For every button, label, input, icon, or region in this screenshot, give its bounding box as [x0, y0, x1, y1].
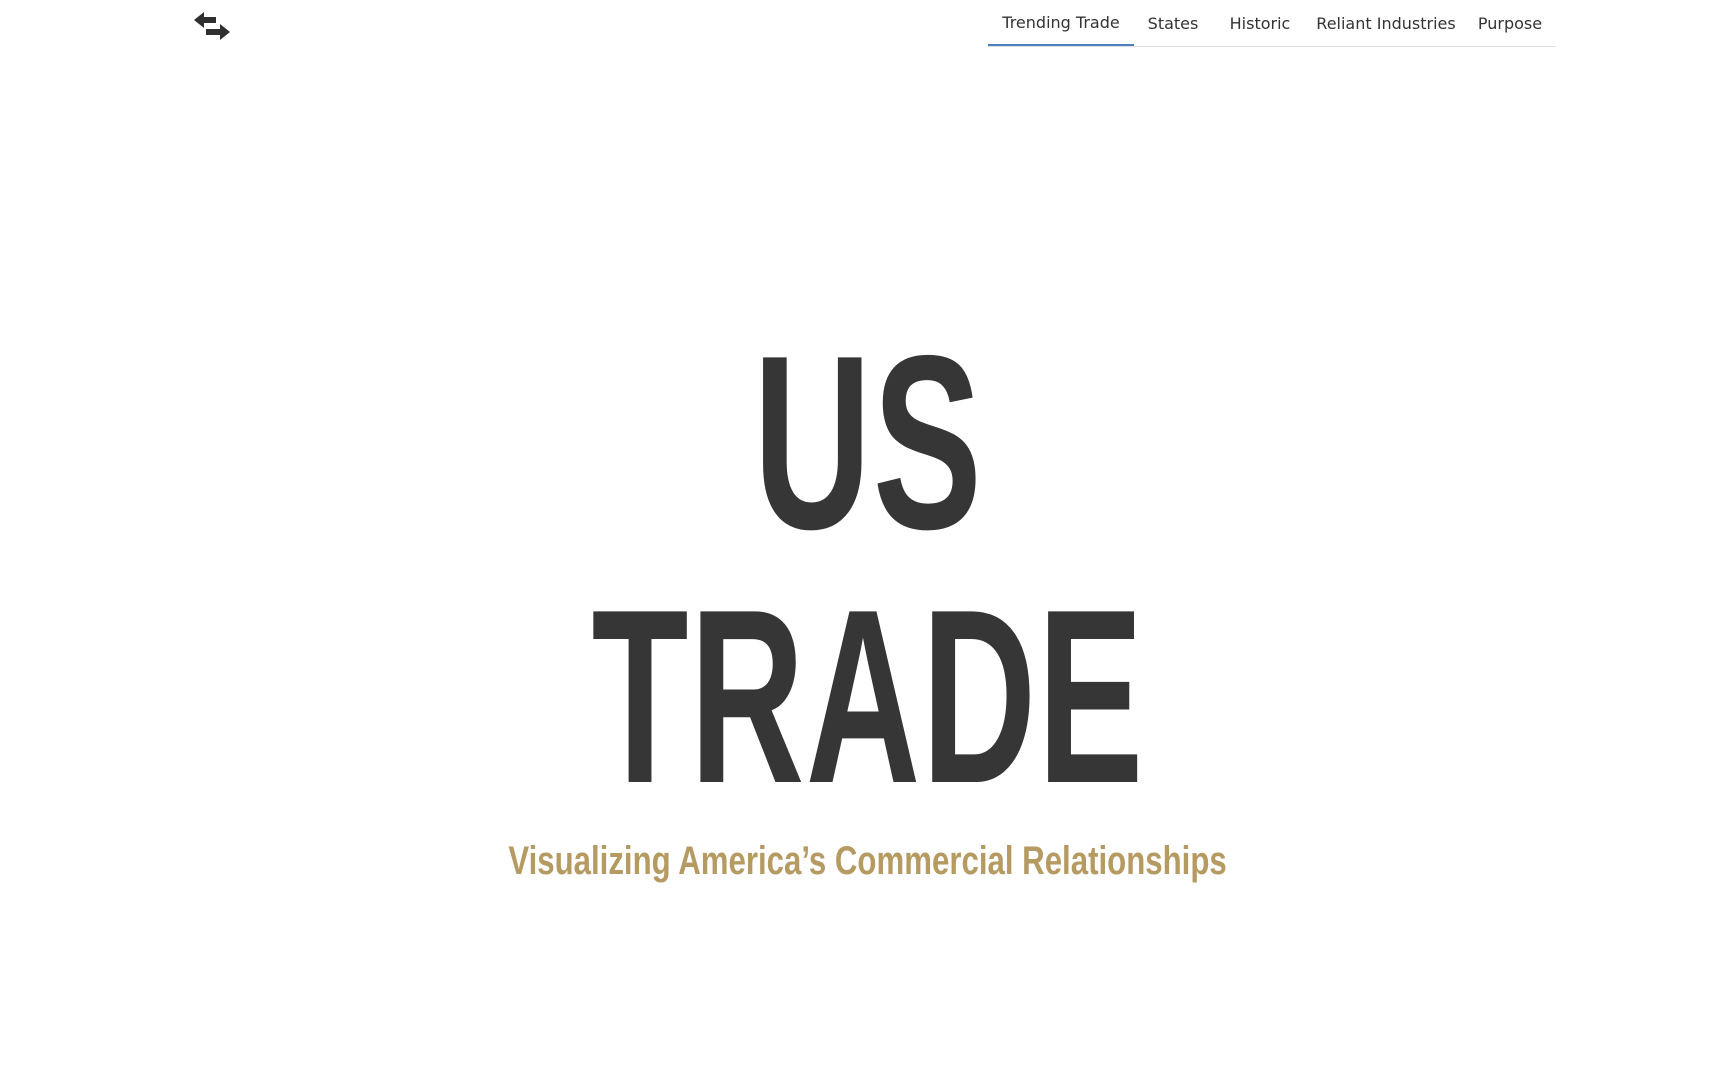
main-nav: Trending Trade States Historic Reliant I…	[988, 0, 1556, 47]
hero-title-line-1: US	[0, 318, 1736, 566]
nav-tab-historic[interactable]: Historic	[1212, 0, 1308, 46]
hero-title-text-2: TRADE	[591, 557, 1145, 835]
nav-tab-reliant-industries[interactable]: Reliant Industries	[1308, 0, 1464, 46]
nav-tab-trending-trade[interactable]: Trending Trade	[988, 0, 1134, 46]
hero-subtitle: Visualizing America’s Commercial Relatio…	[0, 841, 1736, 881]
swap-arrows-icon[interactable]	[194, 10, 230, 42]
hero-title-line-2: TRADE	[0, 572, 1736, 820]
nav-tab-purpose[interactable]: Purpose	[1464, 0, 1556, 46]
nav-tab-states[interactable]: States	[1134, 0, 1212, 46]
hero-subtitle-text: Visualizing America’s Commercial Relatio…	[508, 839, 1228, 883]
hero-title-text-1: US	[752, 303, 984, 581]
